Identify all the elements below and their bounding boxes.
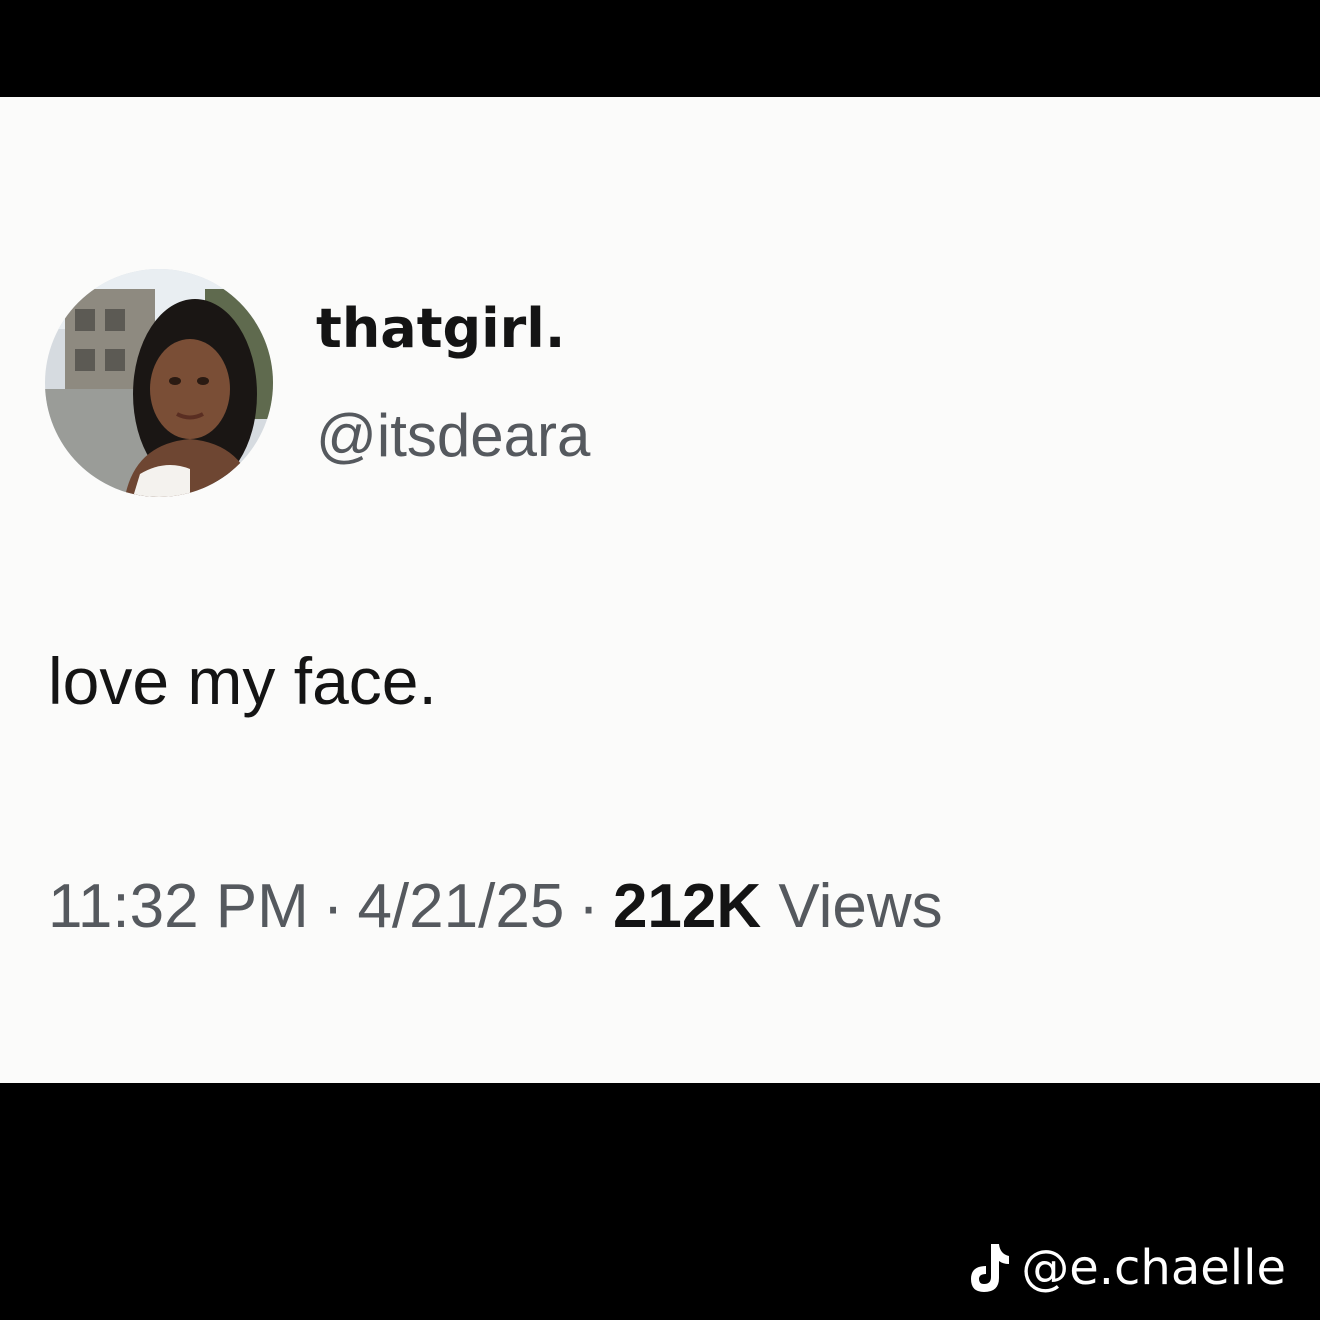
user-handle[interactable]: @itsdeara: [316, 401, 590, 471]
tweet-card: thatgirl. @itsdeara love my face. 11:32 …: [0, 97, 1320, 1083]
avatar[interactable]: [45, 269, 273, 497]
tiktok-icon: [971, 1244, 1010, 1292]
meta-separator: ·: [322, 872, 344, 941]
watermark-handle: @e.chaelle: [1021, 1240, 1286, 1296]
tiktok-watermark: @e.chaelle: [967, 1237, 1286, 1299]
tweet-time[interactable]: 11:32 PM: [48, 872, 309, 941]
avatar-photo: [45, 269, 273, 497]
tweet-meta: 11:32 PM · 4/21/25 · 212K Views: [48, 870, 943, 944]
meta-separator: ·: [578, 872, 599, 941]
display-name[interactable]: thatgirl.: [316, 297, 565, 361]
views-label: Views: [778, 872, 943, 941]
tweet-date[interactable]: 4/21/25: [357, 872, 564, 941]
tweet-text: love my face.: [48, 644, 437, 718]
screenshot-frame: thatgirl. @itsdeara love my face. 11:32 …: [0, 0, 1320, 1320]
views-count: 212K: [612, 872, 762, 941]
